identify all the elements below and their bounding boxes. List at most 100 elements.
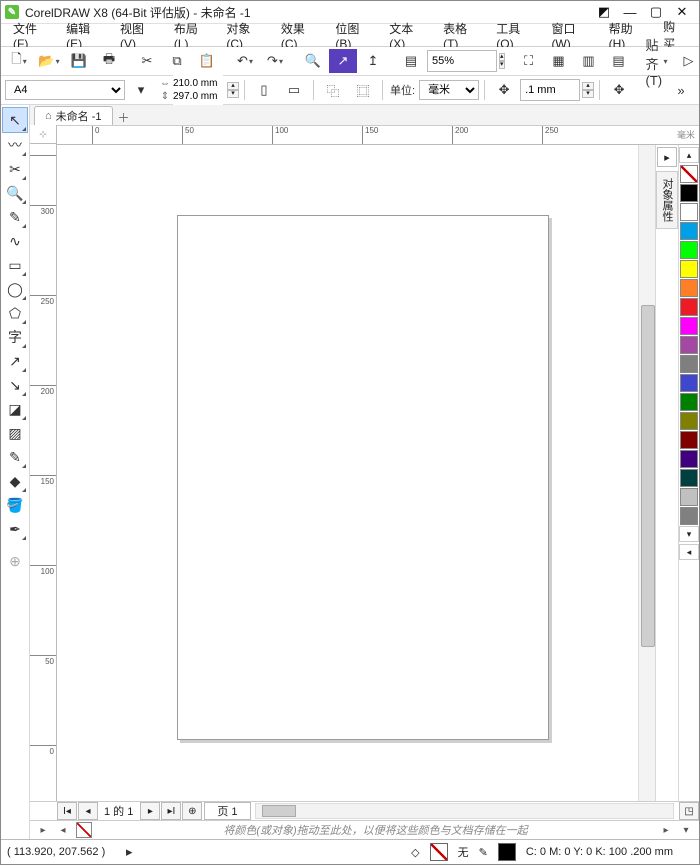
palette-up-icon[interactable]: ▴: [679, 147, 699, 163]
quick-customize-icon[interactable]: ⊕: [3, 549, 27, 573]
zoom-tool[interactable]: 🔍: [3, 181, 27, 205]
color-swatch[interactable]: [680, 260, 698, 278]
vertical-ruler[interactable]: 300250200150100500: [30, 145, 57, 801]
doc-palette-next-icon[interactable]: ◂: [56, 823, 70, 837]
undo-button[interactable]: ↶▾: [231, 49, 259, 73]
show-grid-button[interactable]: ▥: [575, 49, 603, 73]
color-swatch[interactable]: [680, 336, 698, 354]
connector-tool[interactable]: ↘: [3, 373, 27, 397]
palette-down-icon[interactable]: ▾: [679, 526, 699, 542]
current-page-button[interactable]: ⿴: [349, 78, 377, 102]
color-swatch[interactable]: [680, 184, 698, 202]
publish-pdf-button[interactable]: ▤: [397, 49, 425, 73]
outline-swatch[interactable]: [498, 843, 516, 861]
page-tab[interactable]: 页 1: [204, 802, 250, 820]
copy-button[interactable]: ⧉: [163, 49, 191, 73]
color-swatch[interactable]: [680, 222, 698, 240]
color-swatch[interactable]: [680, 355, 698, 373]
object-properties-docker[interactable]: 对象属性: [656, 171, 678, 229]
doc-palette-none-swatch[interactable]: [76, 822, 92, 838]
no-color-swatch[interactable]: [680, 165, 698, 183]
next-page-button[interactable]: ▸: [140, 802, 160, 820]
cloud-button[interactable]: ▷: [675, 49, 700, 73]
transparency-tool[interactable]: ▨: [3, 421, 27, 445]
nudge-input[interactable]: [520, 79, 580, 101]
nudge-spinner[interactable]: ▴▾: [582, 82, 594, 98]
drop-shadow-tool[interactable]: ◪: [3, 397, 27, 421]
parallel-dim-tool[interactable]: ↗: [3, 349, 27, 373]
cut-button[interactable]: ✂: [133, 49, 161, 73]
color-swatch[interactable]: [680, 241, 698, 259]
scrollbar-thumb[interactable]: [641, 305, 655, 647]
add-page-button[interactable]: ⊕: [182, 802, 202, 820]
crop-tool[interactable]: ✂: [3, 157, 27, 181]
portrait-button[interactable]: ▯: [250, 78, 278, 102]
last-page-button[interactable]: ▸I: [161, 802, 181, 820]
palette-flyout-icon[interactable]: ◂: [679, 544, 699, 560]
text-tool[interactable]: 字: [3, 325, 27, 349]
print-button[interactable]: 🖶: [95, 49, 123, 73]
page-size-dropdown-icon[interactable]: ▾: [127, 78, 155, 102]
polygon-tool[interactable]: ⬠: [3, 301, 27, 325]
drawing-canvas[interactable]: [57, 145, 638, 801]
shape-tool[interactable]: 〰: [3, 133, 27, 157]
artistic-media-tool[interactable]: ∿: [3, 229, 27, 253]
new-document-tab[interactable]: ＋: [115, 109, 133, 125]
interactive-fill-tool[interactable]: ◆: [3, 469, 27, 493]
show-rulers-button[interactable]: ▦: [545, 49, 573, 73]
ellipse-tool[interactable]: ◯: [3, 277, 27, 301]
show-guides-button[interactable]: ▤: [605, 49, 633, 73]
scrollbar-thumb[interactable]: [262, 805, 296, 817]
color-swatch[interactable]: [680, 412, 698, 430]
color-swatch[interactable]: [680, 298, 698, 316]
color-swatch[interactable]: [680, 374, 698, 392]
pick-tool[interactable]: ↖: [2, 107, 28, 133]
toolbar-overflow-icon[interactable]: »: [667, 78, 695, 102]
redo-button[interactable]: ↷▾: [261, 49, 289, 73]
color-swatch[interactable]: [680, 317, 698, 335]
status-object-info-icon[interactable]: ▸: [115, 840, 143, 864]
expand-docker-icon[interactable]: ▸: [657, 147, 677, 167]
color-swatch[interactable]: [680, 450, 698, 468]
horizontal-ruler[interactable]: 毫米 050100150200250: [56, 126, 699, 145]
all-pages-button[interactable]: ⿻: [319, 78, 347, 102]
dim-spinner[interactable]: ▴▾: [227, 82, 239, 98]
duplicate-distance-button[interactable]: ✥: [605, 78, 633, 102]
paste-button[interactable]: 📋: [193, 49, 221, 73]
snap-button[interactable]: 贴齐(T) ▾: [643, 49, 671, 73]
ruler-origin[interactable]: ⊹: [30, 125, 57, 144]
landscape-button[interactable]: ▭: [280, 78, 308, 102]
color-swatch[interactable]: [680, 488, 698, 506]
doc-palette-right-icon[interactable]: ▸: [659, 823, 673, 837]
zoom-spinner[interactable]: ▴▾: [499, 53, 505, 69]
first-page-button[interactable]: I◂: [57, 802, 77, 820]
open-button[interactable]: 📂▾: [35, 49, 63, 73]
doc-palette-menu-icon[interactable]: ▾: [679, 823, 693, 837]
color-swatch[interactable]: [680, 431, 698, 449]
doc-palette-prev-icon[interactable]: ▸: [36, 823, 50, 837]
color-swatch[interactable]: [680, 507, 698, 525]
color-swatch[interactable]: [680, 203, 698, 221]
new-button[interactable]: 🗋▾: [5, 49, 33, 73]
unit-select[interactable]: 毫米: [419, 80, 479, 100]
color-swatch[interactable]: [680, 469, 698, 487]
color-eyedropper-tool[interactable]: ✎: [3, 445, 27, 469]
horizontal-scrollbar[interactable]: [255, 803, 674, 819]
rectangle-tool[interactable]: ▭: [3, 253, 27, 277]
fill-swatch[interactable]: [430, 843, 448, 861]
prev-page-button[interactable]: ◂: [78, 802, 98, 820]
smart-fill-tool[interactable]: 🪣: [3, 493, 27, 517]
color-swatch[interactable]: [680, 393, 698, 411]
save-button[interactable]: 💾: [65, 49, 93, 73]
freehand-tool[interactable]: ✎: [3, 205, 27, 229]
search-button[interactable]: 🔍: [299, 49, 327, 73]
import-button[interactable]: ↗: [329, 49, 357, 73]
page-height-input[interactable]: [173, 87, 223, 107]
zoom-input[interactable]: [427, 50, 497, 72]
page-size-select[interactable]: A4: [5, 80, 125, 100]
fullscreen-button[interactable]: ⛶: [515, 49, 543, 73]
color-swatch[interactable]: [680, 279, 698, 297]
vertical-scrollbar[interactable]: [638, 145, 655, 801]
document-tab[interactable]: ⌂ 未命名 -1: [34, 106, 113, 125]
navigator-button[interactable]: ◳: [679, 802, 699, 820]
